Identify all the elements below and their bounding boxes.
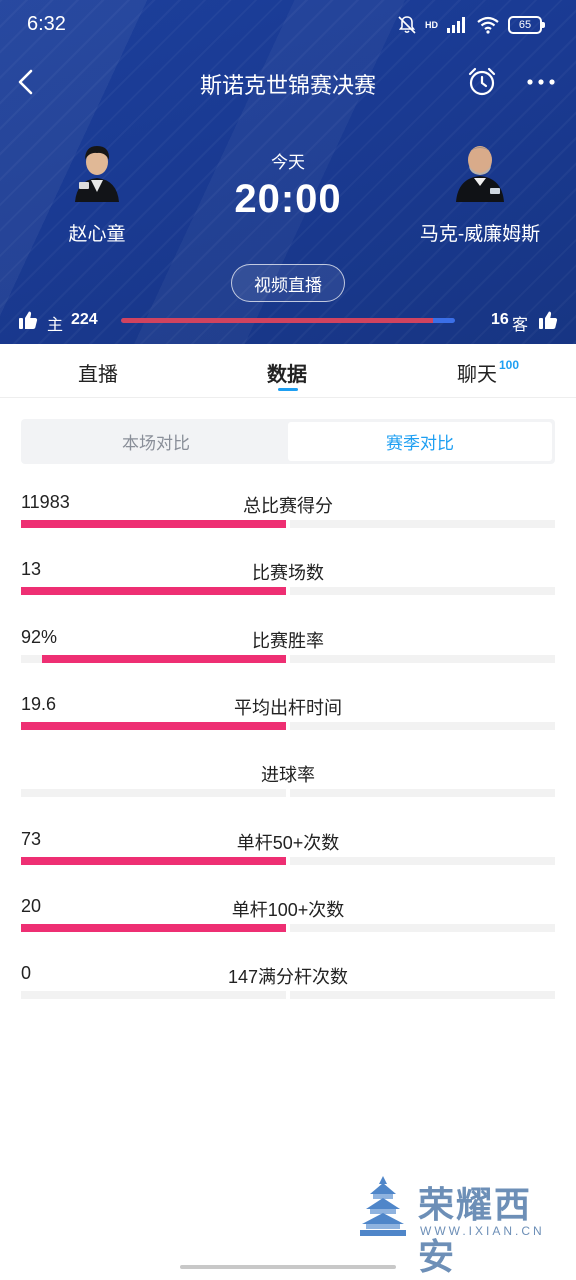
tab-chat[interactable]: 聊天 <box>457 358 497 387</box>
video-live-button[interactable]: 视频直播 <box>231 264 345 302</box>
stat-bar-away-track <box>290 924 555 932</box>
segment-season[interactable]: 赛季对比 <box>288 422 552 461</box>
vote-ratio-home-fill <box>121 318 433 323</box>
pagoda-logo-icon <box>360 1176 406 1236</box>
stat-row: 19.6 平均出杆时间 <box>21 694 555 744</box>
match-header: 6:32 HD 65 斯诺克世锦赛决赛 赵心童 今天 20:00 马克-威廉姆斯… <box>0 0 576 344</box>
stat-bar-home-fill <box>21 587 286 595</box>
tab-data[interactable]: 数据 <box>267 358 307 387</box>
thumbs-up-home-icon[interactable] <box>18 310 38 330</box>
stat-label: 147满分杆次数 <box>227 967 349 987</box>
stat-bar-home-track <box>21 924 286 932</box>
away-player[interactable]: 马克-威廉姆斯 <box>410 136 550 246</box>
alarm-clock-icon[interactable] <box>466 66 498 98</box>
stat-bar-home-track <box>21 857 286 865</box>
stat-label: 进球率 <box>261 765 315 785</box>
stat-label: 平均出杆时间 <box>234 698 342 718</box>
nav-bar: 斯诺克世锦赛决赛 <box>0 58 576 106</box>
stat-row: 进球率 <box>21 761 555 811</box>
network-label: HD <box>425 20 438 30</box>
stat-row: 0 147满分杆次数 <box>21 963 555 1013</box>
home-indicator[interactable] <box>180 1265 396 1269</box>
stat-bar-home-track <box>21 991 286 999</box>
watermark: 荣耀西安 WWW.IXIAN.CN <box>356 1172 556 1278</box>
stat-bar-home-fill <box>42 655 286 663</box>
stat-bar-away-track <box>290 655 555 663</box>
stat-label: 单杆100+次数 <box>231 900 345 920</box>
home-player-name: 赵心童 <box>68 224 126 245</box>
thumbs-up-away-icon[interactable] <box>538 310 558 330</box>
stat-row: 13 比赛场数 <box>21 559 555 609</box>
tab-live[interactable]: 直播 <box>78 358 118 387</box>
stat-row: 92% 比赛胜率 <box>21 627 555 677</box>
status-icons: HD 65 <box>397 14 545 36</box>
home-vote-count: 224 <box>71 311 98 328</box>
away-vote-count: 16 <box>491 311 509 328</box>
wifi-icon <box>477 16 499 34</box>
stat-bar-home-track <box>21 722 286 730</box>
support-vote-row: 主 224 16 客 <box>0 306 576 334</box>
match-day: 今天 <box>271 153 305 172</box>
home-player[interactable]: 赵心童 <box>27 136 167 246</box>
watermark-url: WWW.IXIAN.CN <box>420 1224 545 1238</box>
battery-level: 65 <box>518 19 532 31</box>
mute-bell-icon <box>398 16 416 34</box>
stat-bar-away-track <box>290 991 555 999</box>
away-vote-label: 客 <box>512 317 529 334</box>
stat-bar-away-track <box>290 520 555 528</box>
battery-icon: 65 <box>508 16 545 34</box>
stat-bar-away-track <box>290 789 555 797</box>
stat-bar-home-fill <box>21 722 286 730</box>
comparison-segment: 本场对比 赛季对比 <box>21 419 555 464</box>
stat-bar-home-fill <box>21 520 286 528</box>
status-bar: 6:32 HD 65 <box>0 0 576 50</box>
home-player-avatar <box>75 146 119 202</box>
stat-label: 比赛场数 <box>252 563 324 583</box>
stat-bar-home-fill <box>21 857 286 865</box>
away-player-name: 马克-威廉姆斯 <box>419 224 541 245</box>
more-options-icon[interactable] <box>524 68 558 96</box>
stat-row: 11983 总比赛得分 <box>21 492 555 542</box>
segment-this-match[interactable]: 本场对比 <box>24 422 288 461</box>
stat-bar-away-track <box>290 857 555 865</box>
stat-row: 73 单杆50+次数 <box>21 829 555 879</box>
away-player-avatar <box>456 146 504 202</box>
stat-label: 比赛胜率 <box>252 631 324 651</box>
stat-bar-home-fill <box>21 924 286 932</box>
tab-bar: 直播 数据 聊天 <box>0 344 576 398</box>
chat-count-badge: 100 <box>499 358 520 372</box>
vote-ratio-bar <box>121 318 455 323</box>
match-time: 20:00 <box>234 177 342 221</box>
stat-bar-home-track <box>21 520 286 528</box>
stat-label: 总比赛得分 <box>243 496 333 516</box>
stat-bar-away-track <box>290 587 555 595</box>
status-time: 6:32 <box>27 13 66 35</box>
match-info: 今天 20:00 <box>188 148 388 222</box>
signal-icon <box>447 17 465 33</box>
stat-bar-home-track <box>21 587 286 595</box>
stat-label: 单杆50+次数 <box>236 833 340 853</box>
stat-row: 20 单杆100+次数 <box>21 896 555 946</box>
home-vote-label: 主 <box>47 317 64 334</box>
active-tab-indicator <box>278 388 298 391</box>
stat-bar-away-track <box>290 722 555 730</box>
stat-bar-home-track <box>21 655 286 663</box>
stat-bar-home-track <box>21 789 286 797</box>
